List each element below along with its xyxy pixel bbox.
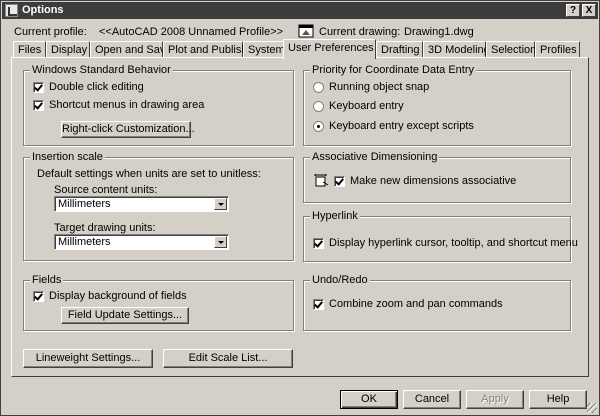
radio-keyboard-entry-except-scripts[interactable]: Keyboard entry except scripts xyxy=(313,120,474,132)
group-title: Insertion scale xyxy=(30,151,105,163)
make-dimensions-associative-checkbox[interactable]: Make new dimensions associative xyxy=(334,175,516,187)
current-profile-label: Current profile: xyxy=(14,26,87,38)
current-profile-value: <<AutoCAD 2008 Unnamed Profile>> xyxy=(99,26,284,38)
display-hyperlink-cursor-checkbox[interactable]: Display hyperlink cursor, tooltip, and s… xyxy=(313,237,578,249)
checkbox-box[interactable] xyxy=(334,175,345,187)
checkbox-box[interactable] xyxy=(33,290,44,302)
dimension-icon xyxy=(314,174,329,187)
tab-selection[interactable]: Selection xyxy=(486,41,536,58)
window-title: Options xyxy=(22,4,64,16)
combine-zoom-pan-checkbox[interactable]: Combine zoom and pan commands xyxy=(313,298,503,310)
app-icon xyxy=(5,4,18,17)
chevron-down-icon[interactable] xyxy=(214,236,227,248)
ok-button[interactable]: OK xyxy=(340,390,398,409)
group-title: Priority for Coordinate Data Entry xyxy=(310,64,477,76)
tab-3d-modeling[interactable]: 3D Modeling xyxy=(423,41,490,58)
target-units-label: Target drawing units: xyxy=(54,222,156,234)
apply-button[interactable]: Apply xyxy=(466,390,524,409)
tab-files[interactable]: Files xyxy=(13,41,46,58)
tab-user-preferences[interactable]: User Preferences xyxy=(283,39,376,59)
help-button[interactable]: Help xyxy=(529,390,587,409)
shortcut-menus-checkbox[interactable]: Shortcut menus in drawing area xyxy=(33,99,204,111)
select-value: Millimeters xyxy=(58,198,111,210)
tab-open-and-save[interactable]: Open and Save xyxy=(90,41,171,58)
current-drawing-value: Drawing1.dwg xyxy=(404,26,474,38)
source-units-label: Source content units: xyxy=(54,184,158,196)
radio-dot[interactable] xyxy=(313,120,324,132)
radio-running-object-snap[interactable]: Running object snap xyxy=(313,81,429,93)
select-value: Millimeters xyxy=(58,236,111,248)
cancel-button[interactable]: Cancel xyxy=(403,390,461,409)
checkbox-box[interactable] xyxy=(33,81,44,93)
options-dialog: Options ? X Current profile: <<AutoCAD 2… xyxy=(0,0,600,416)
group-title: Undo/Redo xyxy=(310,274,370,286)
group-title: Associative Dimensioning xyxy=(310,151,440,163)
field-update-settings-button[interactable]: Field Update Settings... xyxy=(61,307,189,324)
resize-grip[interactable] xyxy=(587,403,597,413)
display-field-background-checkbox[interactable]: Display background of fields xyxy=(33,290,187,302)
tab-display[interactable]: Display xyxy=(46,41,90,58)
lineweight-settings-button[interactable]: Lineweight Settings... xyxy=(23,349,153,368)
tab-plot-and-publish[interactable]: Plot and Publish xyxy=(163,41,248,58)
edit-scale-list-button[interactable]: Edit Scale List... xyxy=(163,349,293,368)
group-title: Hyperlink xyxy=(310,210,360,222)
radio-label: Running object snap xyxy=(329,81,430,93)
checkbox-box[interactable] xyxy=(33,99,44,111)
radio-label: Keyboard entry except scripts xyxy=(329,120,474,132)
radio-label: Keyboard entry xyxy=(329,100,404,112)
checkbox-label: Combine zoom and pan commands xyxy=(329,298,503,310)
group-title: Fields xyxy=(30,274,64,286)
checkbox-label: Make new dimensions associative xyxy=(350,175,517,187)
current-drawing-label: Current drawing: xyxy=(319,26,401,38)
checkbox-label: Shortcut menus in drawing area xyxy=(49,99,205,111)
radio-dot[interactable] xyxy=(313,81,324,93)
radio-dot[interactable] xyxy=(313,100,324,112)
double-click-editing-checkbox[interactable]: Double click editing xyxy=(33,81,144,93)
radio-keyboard-entry[interactable]: Keyboard entry xyxy=(313,100,404,112)
right-click-customization-button[interactable]: Right-click Customization... xyxy=(61,121,195,138)
tab-profiles[interactable]: Profiles xyxy=(535,41,580,58)
checkbox-box[interactable] xyxy=(313,237,324,249)
checkbox-label: Display hyperlink cursor, tooltip, and s… xyxy=(329,237,578,249)
checkbox-box[interactable] xyxy=(313,298,324,310)
checkbox-label: Double click editing xyxy=(49,81,144,93)
source-units-select[interactable]: Millimeters xyxy=(54,196,229,212)
checkbox-label: Display background of fields xyxy=(49,290,187,302)
drawing-icon xyxy=(298,24,314,38)
close-icon[interactable]: X xyxy=(582,4,596,17)
tab-system[interactable]: System xyxy=(243,41,285,58)
title-bar[interactable]: Options ? X xyxy=(2,2,598,19)
group-title: Windows Standard Behavior xyxy=(30,64,173,76)
tab-drafting[interactable]: Drafting xyxy=(376,41,423,58)
chevron-down-icon[interactable] xyxy=(214,198,227,210)
help-icon[interactable]: ? xyxy=(566,4,580,17)
insertion-scale-description: Default settings when units are set to u… xyxy=(37,168,261,180)
target-units-select[interactable]: Millimeters xyxy=(54,234,229,250)
